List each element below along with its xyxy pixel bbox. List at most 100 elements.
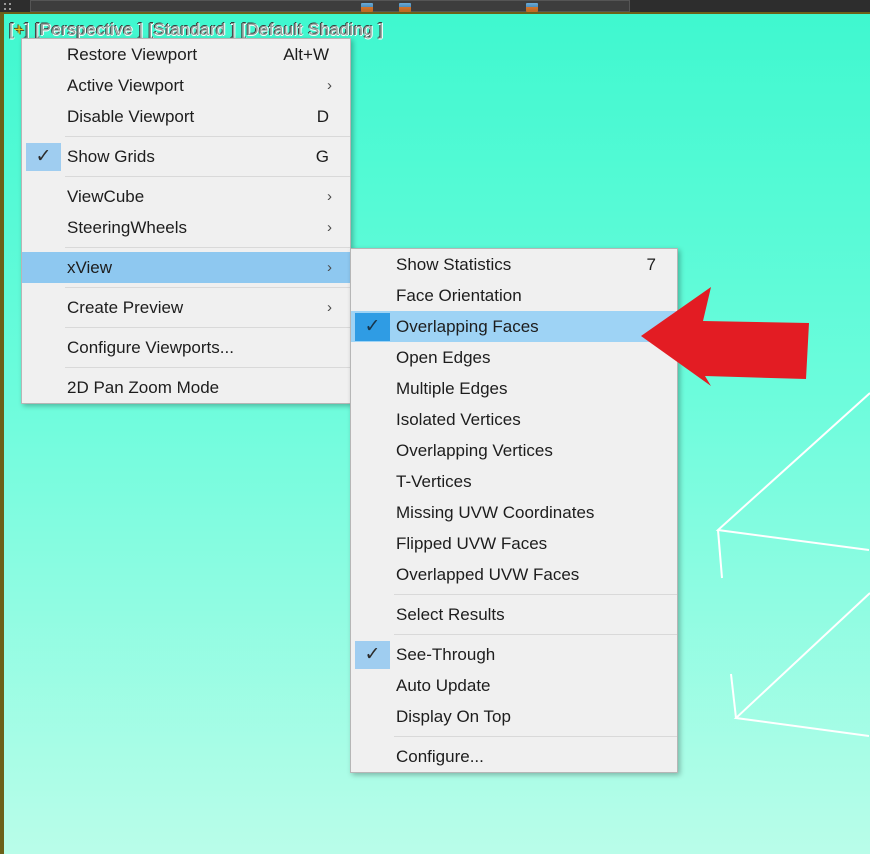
menu-item-gutter: [22, 39, 65, 70]
menu-item-label: ViewCube: [67, 186, 145, 206]
menu-item-open-edges[interactable]: Open Edges: [351, 342, 677, 373]
menu-item-viewcube[interactable]: ViewCube ›: [22, 181, 350, 212]
menu-item-gutter: [351, 701, 394, 732]
menu-item-configure[interactable]: Configure...: [351, 741, 677, 772]
menu-separator: [65, 247, 350, 248]
menu-separator: [65, 136, 350, 137]
menu-item-gutter: [351, 528, 394, 559]
menu-item-2d-pan-zoom-mode[interactable]: 2D Pan Zoom Mode: [22, 372, 350, 403]
menu-item-select-results[interactable]: Select Results: [351, 599, 677, 630]
menu-item-label: Display On Top: [396, 706, 511, 726]
menu-item-missing-uvw-coordinates[interactable]: Missing UVW Coordinates: [351, 497, 677, 528]
xview-submenu[interactable]: Show Statistics 7 Face Orientation ✓ Overlap…: [350, 248, 678, 773]
menu-item-xview[interactable]: xView ›: [22, 252, 350, 283]
menu-item-gutter: [351, 404, 394, 435]
annotation-arrow-icon: [641, 287, 809, 386]
menu-item-disable-viewport[interactable]: Disable Viewport D: [22, 101, 350, 132]
menu-item-gutter: [351, 466, 394, 497]
chevron-right-icon: ›: [327, 77, 332, 94]
menu-item-gutter: ✓: [351, 639, 394, 670]
toolbar-icon[interactable]: [399, 3, 411, 12]
toolbar-icon[interactable]: [526, 3, 538, 12]
menu-item-multiple-edges[interactable]: Multiple Edges: [351, 373, 677, 404]
menu-item-label: Open Edges: [396, 347, 491, 367]
menu-item-label: Show Statistics: [396, 254, 512, 274]
menu-item-steeringwheels[interactable]: SteeringWheels ›: [22, 212, 350, 243]
menu-item-label: See-Through: [396, 644, 496, 664]
menu-item-show-grids[interactable]: ✓ Show Grids G: [22, 141, 350, 172]
menu-item-label: SteeringWheels: [67, 217, 188, 237]
menu-item-gutter: [22, 372, 65, 403]
viewport-label-plus-icon: +: [14, 20, 25, 39]
menu-item-restore-viewport[interactable]: Restore Viewport Alt+W: [22, 39, 350, 70]
viewport-label[interactable]: [+] [Perspective ] [Standard ] [Default …: [9, 20, 383, 40]
menu-item-show-statistics[interactable]: Show Statistics 7: [351, 249, 677, 280]
menu-item-gutter: [22, 332, 65, 363]
chevron-right-icon: ›: [327, 299, 332, 316]
menu-separator: [394, 634, 677, 635]
toolbar-icon[interactable]: [361, 3, 373, 12]
toolbar-dot: [9, 3, 11, 5]
menu-item-isolated-vertices[interactable]: Isolated Vertices: [351, 404, 677, 435]
toolbar-button-group[interactable]: [30, 0, 630, 12]
menu-item-shortcut: D: [316, 106, 329, 126]
menu-item-configure-viewports[interactable]: Configure Viewports...: [22, 332, 350, 363]
menu-item-gutter: [351, 559, 394, 590]
menu-item-gutter: [22, 181, 65, 212]
menu-separator: [65, 367, 350, 368]
menu-item-auto-update[interactable]: Auto Update: [351, 670, 677, 701]
menu-item-label: Overlapping Vertices: [396, 440, 553, 460]
menu-item-gutter: ✓: [22, 141, 65, 172]
menu-item-label: Overlapping Faces: [396, 316, 539, 336]
menu-item-label: Face Orientation: [396, 285, 522, 305]
check-icon: ✓: [26, 142, 61, 171]
menu-item-gutter: [351, 497, 394, 528]
menu-item-gutter: [351, 670, 394, 701]
menu-item-flipped-uvw-faces[interactable]: Flipped UVW Faces: [351, 528, 677, 559]
menu-item-overlapping-vertices[interactable]: Overlapping Vertices: [351, 435, 677, 466]
viewport-border-top: [0, 12, 870, 14]
menu-item-label: Create Preview: [67, 297, 184, 317]
menu-item-gutter: [351, 342, 394, 373]
viewport-border-left: [0, 13, 4, 854]
menu-item-overlapping-faces[interactable]: ✓ Overlapping Faces: [351, 311, 677, 342]
chevron-right-icon: ›: [327, 188, 332, 205]
menu-item-label: Restore Viewport: [67, 44, 198, 64]
menu-separator: [65, 327, 350, 328]
menu-item-label: Active Viewport: [67, 75, 184, 95]
menu-item-active-viewport[interactable]: Active Viewport ›: [22, 70, 350, 101]
menu-item-shortcut: 7: [646, 254, 656, 274]
menu-item-label: 2D Pan Zoom Mode: [67, 377, 220, 397]
menu-item-label: Multiple Edges: [396, 378, 508, 398]
menu-item-label: Flipped UVW Faces: [396, 533, 548, 553]
chevron-right-icon: ›: [327, 219, 332, 236]
menu-separator: [394, 736, 677, 737]
menu-item-gutter: ✓: [351, 311, 394, 342]
menu-item-display-on-top[interactable]: Display On Top: [351, 701, 677, 732]
menu-item-gutter: [351, 373, 394, 404]
chevron-right-icon: ›: [327, 259, 332, 276]
menu-item-create-preview[interactable]: Create Preview ›: [22, 292, 350, 323]
menu-item-gutter: [351, 249, 394, 280]
menu-item-label: Missing UVW Coordinates: [396, 502, 595, 522]
menu-item-label: Select Results: [396, 604, 505, 624]
menu-item-face-orientation[interactable]: Face Orientation: [351, 280, 677, 311]
menu-item-shortcut: Alt+W: [283, 44, 329, 64]
viewport-label-text: ] [Perspective ] [Standard ] [Default Sh…: [24, 20, 384, 39]
menu-item-gutter: [22, 292, 65, 323]
viewport-right-click-menu[interactable]: Restore Viewport Alt+W Active Viewport › Dis…: [21, 38, 351, 404]
menu-item-gutter: [351, 599, 394, 630]
menu-item-see-through[interactable]: ✓ See-Through: [351, 639, 677, 670]
menu-item-label: Isolated Vertices: [396, 409, 521, 429]
menu-item-gutter: [22, 70, 65, 101]
menu-item-label: Configure Viewports...: [67, 337, 234, 357]
check-icon: ✓: [355, 640, 390, 669]
menu-item-gutter: [22, 101, 65, 132]
menu-item-shortcut: G: [315, 146, 329, 166]
menu-item-label: Show Grids: [67, 146, 155, 166]
menu-item-label: xView: [67, 257, 113, 277]
menu-item-t-vertices[interactable]: T-Vertices: [351, 466, 677, 497]
menu-item-label: Disable Viewport: [67, 106, 195, 126]
menu-item-label: T-Vertices: [396, 471, 472, 491]
menu-item-overlapped-uvw-faces[interactable]: Overlapped UVW Faces: [351, 559, 677, 590]
